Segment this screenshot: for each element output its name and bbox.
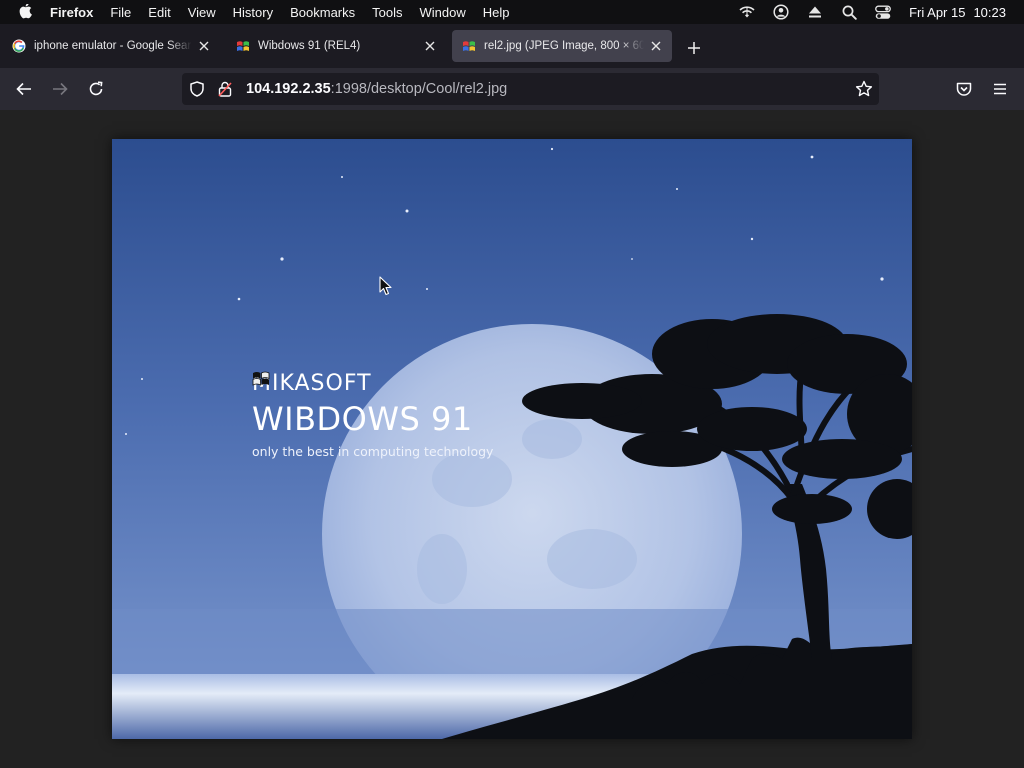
hamburger-menu-icon [994,83,1006,95]
url-bar[interactable]: 104.192.2.35:1998/desktop/Cool/rel2.jpg [182,73,879,105]
menubar-clock[interactable]: Fri Apr 15 10:23 [909,5,1006,20]
app-menu-button[interactable] [988,77,1012,101]
menu-edit[interactable]: Edit [148,5,170,20]
url-host: 104.192.2.35 [246,81,331,97]
shield-icon[interactable] [188,80,206,98]
tab-title: rel2.jpg (JPEG Image, 800 × 600 pixels) [484,40,644,52]
menu-history[interactable]: History [233,5,273,20]
menu-bookmarks[interactable]: Bookmarks [290,5,355,20]
pocket-button[interactable] [952,77,976,101]
menubar-time: 10:23 [973,4,1006,20]
product-name: WIBDOWS 91 [252,400,473,438]
mouse-cursor-icon [379,276,392,296]
tab-title: Wibdows 91 (REL4) [258,40,361,52]
new-tab-button[interactable] [684,38,704,58]
menu-app-name[interactable]: Firefox [50,5,93,20]
menu-file[interactable]: File [110,5,131,20]
eject-icon[interactable] [807,4,823,20]
back-button[interactable] [12,77,36,101]
menu-help[interactable]: Help [483,5,510,20]
menu-window[interactable]: Window [420,5,466,20]
menu-tools[interactable]: Tools [372,5,402,20]
control-center-icon[interactable] [875,4,891,20]
tab-wibdows-rel4[interactable]: Wibdows 91 (REL4) [226,30,446,62]
wibdows-icon [462,39,476,53]
search-icon[interactable] [841,4,857,20]
close-icon[interactable] [422,38,438,54]
google-icon [12,39,26,53]
jpeg-image[interactable]: MIKASOFT WIBDOWS 91 only the best in com… [112,139,912,739]
wifi-icon[interactable] [739,4,755,20]
moonlit-night-illustration [112,139,912,739]
wibdows-icon [236,39,250,53]
pocket-icon [956,82,972,96]
arrow-right-icon [53,82,68,96]
navigation-toolbar: 104.192.2.35:1998/desktop/Cool/rel2.jpg [0,68,1024,110]
url-path: :1998/desktop/Cool/rel2.jpg [330,81,508,97]
tab-rel2-jpg[interactable]: rel2.jpg (JPEG Image, 800 × 600 pixels) [452,30,672,62]
reload-icon [89,81,103,96]
tab-title: iphone emulator - Google Search [34,40,192,52]
arrow-left-icon [16,82,31,96]
user-icon[interactable] [773,4,789,20]
apple-icon[interactable] [16,2,36,22]
close-icon[interactable] [648,38,664,54]
macos-menubar: Firefox File Edit View History Bookmarks… [0,0,1024,24]
wibdows-logo-icon [252,371,398,392]
url-text: 104.192.2.35:1998/desktop/Cool/rel2.jpg [246,81,507,97]
forward-button[interactable] [48,77,72,101]
insecure-lock-icon[interactable] [216,80,234,98]
bookmark-star-icon[interactable] [855,80,873,98]
tab-google-search[interactable]: iphone emulator - Google Search [2,30,220,62]
reload-button[interactable] [84,77,108,101]
image-caption: MIKASOFT WIBDOWS 91 only the best in com… [252,371,493,459]
page-content: MIKASOFT WIBDOWS 91 only the best in com… [0,110,1024,768]
close-icon[interactable] [196,38,212,54]
tab-strip: iphone emulator - Google Search Wibdows … [0,24,1024,68]
maker-name: MIKASOFT [252,371,493,396]
menu-view[interactable]: View [188,5,216,20]
tagline: only the best in computing technology [252,444,494,459]
plus-icon [688,42,700,54]
menubar-date: Fri Apr 15 [909,4,966,20]
